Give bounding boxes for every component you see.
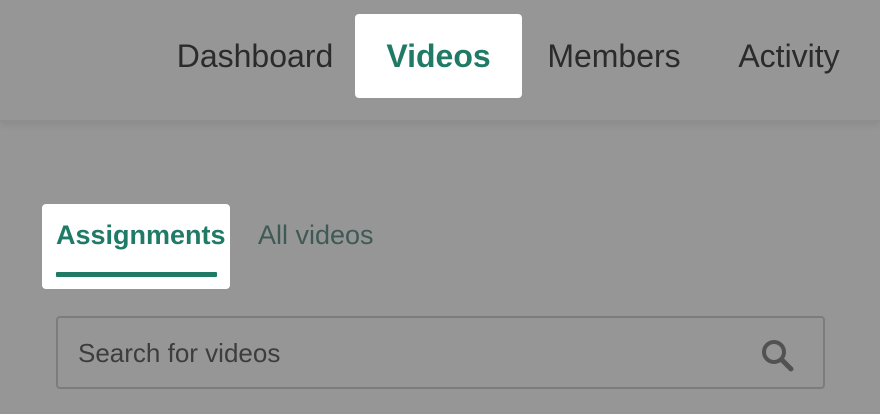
tab-label: Assignments — [56, 220, 226, 250]
nav-item-members[interactable]: Members — [532, 14, 696, 98]
search-input[interactable] — [76, 318, 740, 389]
nav-item-label: Activity — [738, 37, 840, 74]
search-icon[interactable] — [760, 338, 794, 372]
nav-item-label: Dashboard — [176, 37, 334, 74]
nav-item-videos[interactable]: Videos — [355, 14, 522, 98]
top-navigation: Dashboard Videos Members Activity — [0, 0, 880, 122]
active-tab-indicator — [56, 272, 217, 277]
search-box — [56, 316, 825, 389]
nav-item-label: Members — [547, 37, 681, 74]
tab-label: All videos — [258, 220, 374, 250]
tab-assignments[interactable]: Assignments — [42, 204, 230, 289]
nav-item-activity[interactable]: Activity — [726, 14, 852, 98]
tab-all-videos[interactable]: All videos — [258, 204, 378, 289]
page: Dashboard Videos Members Activity Assign… — [0, 0, 880, 414]
nav-item-dashboard[interactable]: Dashboard — [166, 14, 344, 98]
nav-item-label: Videos — [386, 37, 491, 74]
